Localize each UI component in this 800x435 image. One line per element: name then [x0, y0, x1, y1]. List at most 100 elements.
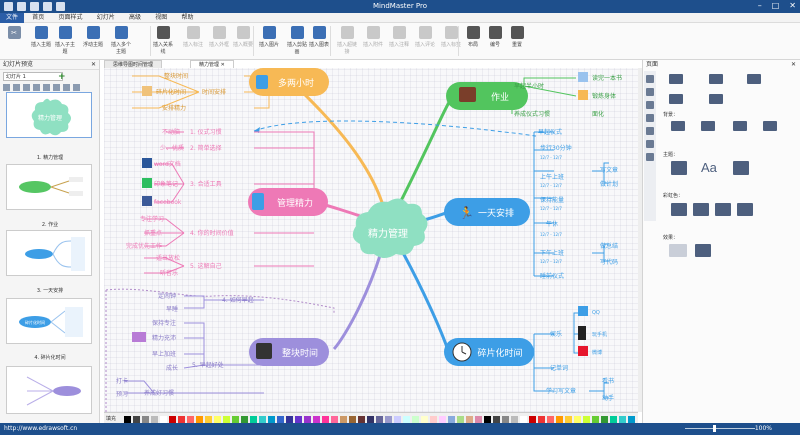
color-swatch[interactable]: [142, 416, 149, 423]
subtopic[interactable]: 做计划: [600, 180, 618, 188]
color-swatch[interactable]: [268, 416, 275, 423]
subtopic[interactable]: 养成好习惯: [144, 389, 174, 397]
ribbon-button[interactable]: 布局: [462, 26, 484, 48]
page-style-icon[interactable]: [646, 75, 654, 83]
color-swatch[interactable]: [349, 416, 356, 423]
ribbon-button[interactable]: 插入主题: [30, 26, 52, 48]
color-swatch[interactable]: [628, 416, 635, 423]
subtopic[interactable]: 动手: [602, 394, 614, 402]
layout-option[interactable]: [709, 74, 723, 84]
website-link[interactable]: http://www.edrawsoft.cn: [4, 425, 77, 432]
color-option[interactable]: [671, 203, 687, 216]
tab-time-management[interactable]: 思维导图时间管理: [104, 60, 163, 68]
ribbon-button[interactable]: 插入关系线: [152, 26, 174, 55]
subtopic[interactable]: 碎片化时间: [156, 88, 186, 96]
layout-option[interactable]: [709, 94, 723, 104]
subtopic[interactable]: 4. 你的时间价值: [190, 229, 234, 237]
subtopic[interactable]: 5. 这解自己: [190, 262, 222, 270]
subtopic[interactable]: 少、优质: [160, 144, 184, 152]
color-swatch[interactable]: [286, 416, 293, 423]
color-swatch[interactable]: [430, 416, 437, 423]
clipart-icon[interactable]: [646, 127, 654, 135]
color-swatch[interactable]: [592, 416, 599, 423]
subtopic[interactable]: 学习写文章: [546, 387, 576, 395]
subtopic[interactable]: 早起仪式: [538, 128, 562, 136]
slide-thumbnail-5[interactable]: [6, 366, 92, 414]
background-option[interactable]: [671, 121, 685, 131]
color-swatch[interactable]: [502, 416, 509, 423]
color-swatch[interactable]: [178, 416, 185, 423]
subtopic[interactable]: 上午上班: [540, 173, 564, 181]
subtopic[interactable]: 步行30分钟: [540, 144, 572, 152]
color-swatch[interactable]: [466, 416, 473, 423]
slide-tool-icon[interactable]: [63, 84, 70, 91]
background-option[interactable]: [701, 121, 715, 131]
slide-tool-icon[interactable]: [53, 84, 60, 91]
color-swatch[interactable]: [259, 416, 266, 423]
slide-thumbnail-2[interactable]: [6, 164, 92, 210]
slide-tool-icon[interactable]: [23, 84, 30, 91]
close-panel-button[interactable]: ✕: [91, 60, 96, 70]
slide-thumbnail-3[interactable]: [6, 230, 92, 276]
effect-option-selected[interactable]: [669, 244, 687, 257]
color-swatch[interactable]: [520, 416, 527, 423]
color-swatch[interactable]: [358, 416, 365, 423]
subtopic[interactable]: 1. 仪式习惯: [190, 128, 222, 136]
zoom-slider-handle[interactable]: [713, 425, 716, 432]
color-swatch[interactable]: [583, 416, 590, 423]
menu-view[interactable]: 视图: [149, 13, 173, 23]
subtopic[interactable]: 4. 如何早起: [222, 296, 254, 304]
color-option[interactable]: [715, 203, 731, 216]
color-swatch[interactable]: [574, 416, 581, 423]
color-swatch[interactable]: [439, 416, 446, 423]
ribbon-button[interactable]: 插入剪贴画: [286, 26, 308, 55]
color-swatch[interactable]: [151, 416, 158, 423]
maximize-button[interactable]: □: [772, 1, 780, 10]
subtopic[interactable]: QQ: [592, 310, 600, 316]
background-option[interactable]: [763, 121, 777, 131]
background-option[interactable]: [733, 121, 747, 131]
color-swatch[interactable]: [376, 416, 383, 423]
color-swatch[interactable]: [394, 416, 401, 423]
tab-energy-management[interactable]: 精力管理 ✕: [190, 60, 234, 68]
ribbon-button[interactable]: 编号: [484, 26, 506, 48]
color-swatch[interactable]: [205, 416, 212, 423]
color-swatch[interactable]: [187, 416, 194, 423]
subtopic[interactable]: 睡前仪式: [540, 272, 564, 280]
color-swatch[interactable]: [223, 416, 230, 423]
subtopic[interactable]: 早睡: [166, 305, 178, 313]
color-swatch[interactable]: [511, 416, 518, 423]
outline-icon[interactable]: [646, 140, 654, 148]
color-swatch[interactable]: [313, 416, 320, 423]
color-swatch[interactable]: [277, 416, 284, 423]
color-swatch[interactable]: [484, 416, 491, 423]
color-swatch[interactable]: [556, 416, 563, 423]
menu-page-style[interactable]: 页面样式: [53, 13, 89, 23]
menu-home[interactable]: 首页: [26, 13, 50, 23]
ribbon-button[interactable]: 插入图表: [308, 26, 330, 48]
subtopic[interactable]: 微博: [592, 349, 602, 356]
ribbon-button[interactable]: 插入概要: [232, 26, 254, 48]
slide-thumbnail-4[interactable]: 碎片化时间: [6, 298, 92, 344]
subtopic[interactable]: 玩手机: [592, 331, 607, 338]
subtopic[interactable]: 记单词: [550, 364, 568, 372]
slide-dropdown[interactable]: 幻灯片 1: [3, 72, 63, 81]
color-swatch[interactable]: [610, 416, 617, 423]
color-swatch[interactable]: [250, 416, 257, 423]
ribbon-button[interactable]: 插入外框: [208, 26, 230, 48]
subtopic[interactable]: facebook: [154, 199, 182, 206]
subtopic[interactable]: 打卡: [116, 377, 128, 385]
ribbon-button[interactable]: 插入图片: [258, 26, 280, 48]
subtopic[interactable]: word文档: [154, 160, 181, 168]
theme-option[interactable]: [671, 161, 687, 175]
ribbon-button[interactable]: 插入评论: [414, 26, 436, 48]
color-swatch[interactable]: [448, 416, 455, 423]
color-option[interactable]: [737, 203, 753, 216]
subtopic[interactable]: 写代码: [600, 258, 618, 266]
subtopic[interactable]: 读完一本书: [592, 74, 622, 82]
slide-tool-icon[interactable]: [33, 84, 40, 91]
color-swatch[interactable]: [241, 416, 248, 423]
subtopic[interactable]: 保持能量: [540, 196, 564, 204]
subtopic[interactable]: 安排精力: [162, 104, 186, 112]
subtopic[interactable]: 2. 简单选择: [190, 144, 222, 152]
